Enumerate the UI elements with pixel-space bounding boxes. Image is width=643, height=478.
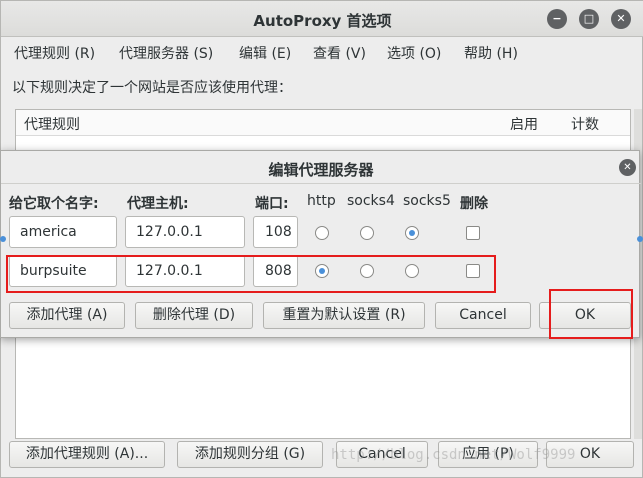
header-port: 端口: bbox=[255, 196, 289, 212]
menu-help[interactable]: 帮助 (H) bbox=[464, 43, 518, 63]
header-socks4: socks4 bbox=[347, 193, 395, 209]
proxy-host-field[interactable]: 127.0.0.1 bbox=[125, 216, 245, 248]
column-header-count[interactable]: 计数 bbox=[571, 114, 599, 134]
column-header-rule[interactable]: 代理规则 bbox=[24, 114, 80, 134]
add-proxy-rule-button[interactable]: 添加代理规则 (A)... bbox=[9, 441, 165, 468]
watermark: http://blog.csdn.net/Wolf9999 bbox=[331, 447, 576, 463]
resize-handle-left[interactable] bbox=[0, 236, 6, 242]
socks5-radio[interactable] bbox=[405, 226, 419, 240]
menu-view[interactable]: 查看 (V) bbox=[313, 43, 366, 63]
menubar: 代理规则 (R) 代理服务器 (S) 编辑 (E) 查看 (V) 选项 (O) … bbox=[1, 37, 643, 65]
resize-handle-right[interactable] bbox=[637, 236, 643, 242]
rules-description: 以下规则决定了一个网站是否应该使用代理： bbox=[12, 80, 292, 96]
header-host: 代理主机: bbox=[127, 196, 189, 212]
menu-options[interactable]: 选项 (O) bbox=[387, 43, 441, 63]
proxy-name-field[interactable]: america bbox=[9, 216, 117, 248]
add-rule-group-button[interactable]: 添加规则分组 (G) bbox=[177, 441, 323, 468]
maximize-button[interactable]: □ bbox=[579, 9, 599, 29]
menu-edit[interactable]: 编辑 (E) bbox=[239, 43, 291, 63]
dialog-close-icon[interactable]: ✕ bbox=[619, 159, 636, 176]
minimize-button[interactable]: − bbox=[547, 9, 567, 29]
dialog-title: 编辑代理服务器 bbox=[268, 161, 374, 179]
http-radio[interactable] bbox=[315, 226, 329, 240]
rules-table-header: 代理规则 启用 计数 bbox=[16, 110, 630, 136]
dialog-cancel-button[interactable]: Cancel bbox=[435, 302, 531, 329]
reset-defaults-button[interactable]: 重置为默认设置 (R) bbox=[263, 302, 425, 329]
window-titlebar: AutoProxy 首选项 − □ ✕ bbox=[1, 1, 643, 37]
dialog-divider bbox=[1, 183, 641, 184]
ok-highlight-annotation bbox=[549, 289, 633, 339]
delete-checkbox[interactable] bbox=[466, 226, 480, 240]
header-http: http bbox=[307, 193, 336, 209]
remove-proxy-button[interactable]: 删除代理 (D) bbox=[135, 302, 253, 329]
socks4-radio[interactable] bbox=[360, 226, 374, 240]
menu-proxy-servers[interactable]: 代理服务器 (S) bbox=[119, 43, 213, 63]
header-delete: 删除 bbox=[460, 196, 488, 212]
proxy-port-field[interactable]: 108 bbox=[253, 216, 298, 248]
highlight-annotation bbox=[6, 255, 496, 293]
header-name: 给它取个名字: bbox=[9, 196, 99, 212]
close-window-button[interactable]: ✕ bbox=[611, 9, 631, 29]
edit-proxy-server-dialog: 编辑代理服务器 ✕ 给它取个名字: 代理主机: 端口: http socks4 … bbox=[0, 150, 641, 339]
add-proxy-button[interactable]: 添加代理 (A) bbox=[9, 302, 125, 329]
menu-proxy-rules[interactable]: 代理规则 (R) bbox=[14, 43, 95, 63]
header-socks5: socks5 bbox=[403, 193, 451, 209]
column-header-enabled[interactable]: 启用 bbox=[510, 114, 538, 134]
